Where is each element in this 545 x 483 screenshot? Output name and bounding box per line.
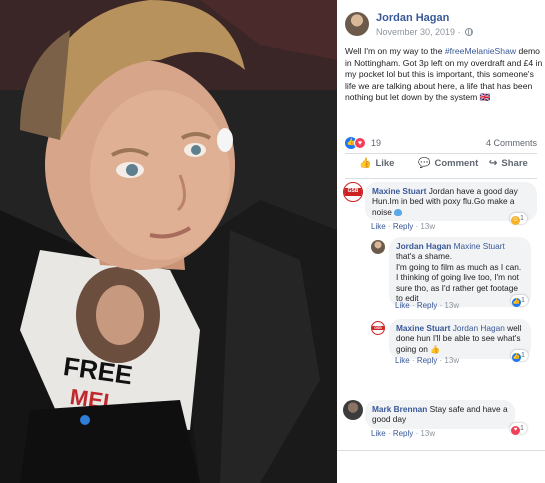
commenter-name[interactable]: Jordan Hagan [396,241,451,251]
comment-reply-link[interactable]: Reply [417,301,437,310]
share-icon: ↪ [489,158,498,169]
comment-actions: Like · Reply · 13w [371,222,436,231]
like-icon: 👍 [359,158,372,169]
mention-tag[interactable]: Maxine Stuart [454,241,505,251]
comment-time[interactable]: 13w [444,301,459,310]
comment: Mark Brennan Stay safe and have a good d… [343,400,541,444]
flag-emoji: 🇬🇧 [479,92,491,103]
hashtag-link[interactable]: #freeMelanieShaw [445,46,516,56]
comment: GSB Maxine Stuart Jordan have a good day… [343,182,541,232]
divider [337,450,545,451]
commenter-avatar[interactable] [343,400,363,420]
comment-reply-link[interactable]: Reply [393,429,413,438]
commenter-name[interactable]: Mark Brennan [372,404,427,414]
author-avatar[interactable] [345,12,369,36]
comment-time[interactable]: 13w [420,222,435,231]
comment-reactions[interactable]: 👍1 [511,350,528,362]
comment-button[interactable]: 💬 Comment [418,158,478,169]
divider [345,153,537,154]
like-reaction-icon: 👍 [512,298,521,307]
share-button[interactable]: ↪ Share [489,158,528,169]
post-photo[interactable]: FREE MEL [0,0,337,483]
post-text-before: Well I'm on my way to the [345,46,445,56]
comment-like-link[interactable]: Like [395,356,410,365]
author-name[interactable]: Jordan Hagan [376,12,449,24]
thumbs-up-emoji: 👍 [430,344,441,354]
comment-like-link[interactable]: Like [371,429,386,438]
commenter-avatar[interactable]: GSB [371,321,385,335]
commenter-name[interactable]: Maxine Stuart [396,323,450,333]
comment-reply: Jordan Hagan Maxine Stuart that's a sham… [371,237,541,315]
commenter-avatar[interactable] [371,240,385,254]
post-meta: November 30, 2019 · [376,27,474,37]
globe-icon [465,28,474,36]
commenter-name[interactable]: Maxine Stuart [372,186,426,196]
comment-reactions[interactable]: 👍1 [511,295,528,307]
comment-icon: 💬 [418,158,431,169]
like-reaction-icon: 👍 [512,353,521,362]
comment-count[interactable]: 4 Comments [486,138,537,148]
post-date[interactable]: November 30, 2019 [376,27,455,37]
comment-reply-link[interactable]: Reply [393,222,413,231]
comment-reactions[interactable]: ☺1 [510,213,527,225]
comment-reply-link[interactable]: Reply [417,356,437,365]
comment-bubble: Maxine Stuart Jordan Hagan well done hun… [389,319,531,360]
post-panel: Jordan Hagan November 30, 2019 · Well I'… [337,0,545,483]
comment-reactions[interactable]: ♥ 1 [510,423,527,435]
comment-time[interactable]: 13w [444,356,459,365]
reaction-count[interactable]: 19 [371,138,381,148]
comment-bubble: Jordan Hagan Maxine Stuart that's a sham… [389,237,531,308]
selfie-image: FREE MEL [0,0,337,483]
comment-text: that's a shame. I'm going to film as muc… [396,251,522,304]
comment-actions: Like · Reply · 13w [395,356,460,365]
post-text: Well I'm on my way to the #freeMelanieSh… [345,46,543,104]
commenter-avatar[interactable]: GSB [343,182,363,202]
like-button[interactable]: 👍 Like [359,158,394,169]
comment-like-link[interactable]: Like [395,301,410,310]
post-header: Jordan Hagan November 30, 2019 · [345,10,540,40]
comment-actions: Like · Reply · 13w [371,429,436,438]
love-reaction-icon: ♥ [354,137,366,149]
comment-time[interactable]: 13w [420,429,435,438]
meta-separator: · [457,27,461,37]
reactions-summary[interactable]: 👍 ♥ 19 4 Comments [345,137,537,151]
haha-reaction-icon: ☺ [511,216,520,225]
comment-actions: Like · Reply · 13w [395,301,460,310]
comment-like-link[interactable]: Like [371,222,386,231]
blue-heart-emoji [394,208,403,216]
love-reaction-icon: ♥ [511,426,520,435]
post-actions: 👍 Like 💬 Comment ↪ Share [345,158,537,174]
comment-bubble: Mark Brennan Stay safe and have a good d… [365,400,515,429]
mention-tag[interactable]: Jordan Hagan [453,323,505,333]
comment-reply: GSB Maxine Stuart Jordan Hagan well done… [371,319,541,369]
divider [345,178,537,179]
